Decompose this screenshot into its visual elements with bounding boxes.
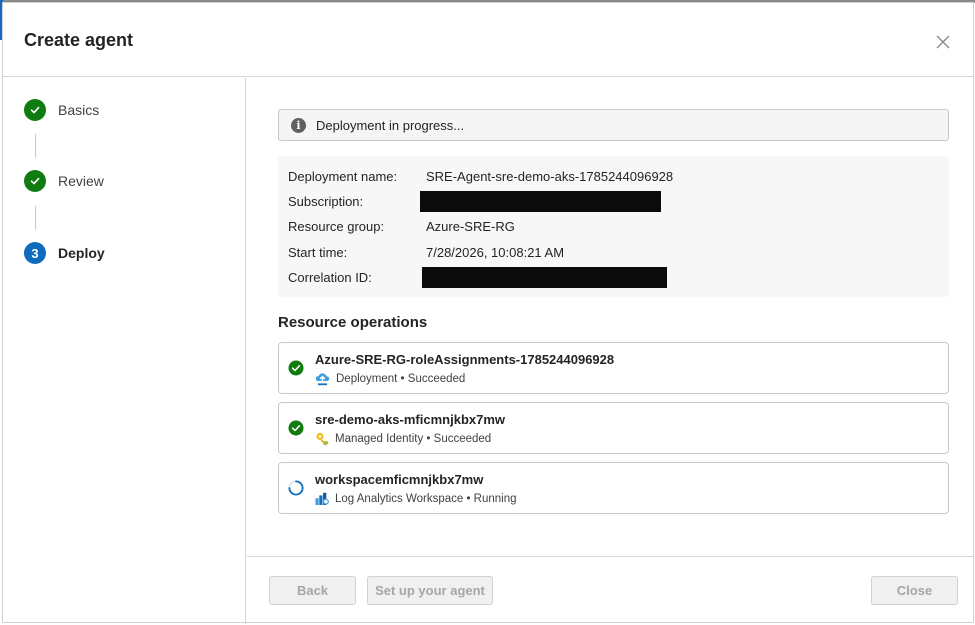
step-connector — [35, 134, 36, 158]
step-review[interactable]: Review — [24, 170, 104, 192]
resource-operation-detail: Log Analytics Workspace • Running — [315, 491, 517, 507]
resource-operations-title: Resource operations — [278, 314, 428, 331]
detail-resource-group: Resource group: Azure-SRE-RG — [288, 216, 515, 236]
resource-operation-detail-text: Deployment • Succeeded — [336, 373, 466, 385]
checkmark-icon — [24, 170, 46, 192]
deployment-status-banner: i Deployment in progress... — [278, 109, 949, 141]
detail-deployment-name: Deployment name: SRE-Agent-sre-demo-aks-… — [288, 166, 673, 186]
wizard-steps-sidebar: Basics Review 3 Deploy — [3, 78, 246, 624]
deployment-status-text: Deployment in progress... — [316, 117, 465, 133]
log-analytics-icon — [315, 492, 329, 505]
step-deploy[interactable]: 3 Deploy — [24, 242, 105, 264]
start-time-value: 7/28/2026, 10:08:21 AM — [426, 244, 565, 260]
resource-operation-detail: Deployment • Succeeded — [315, 371, 465, 387]
deployment-name-value: SRE-Agent-sre-demo-aks-1785244096928 — [426, 168, 674, 184]
step-review-label: Review — [58, 173, 104, 189]
deployment-main-panel: i Deployment in progress... Deployment n… — [247, 78, 973, 558]
redacted-correlation-id — [422, 267, 667, 288]
success-check-icon — [288, 360, 304, 376]
dialog-footer: Back Set up your agent Close — [247, 556, 973, 624]
step-number-badge: 3 — [24, 242, 46, 264]
checkmark-icon — [24, 99, 46, 121]
resource-group-value: Azure-SRE-RG — [426, 218, 515, 234]
detail-label: Deployment name: — [288, 168, 398, 184]
step-basics[interactable]: Basics — [24, 99, 99, 121]
step-basics-label: Basics — [58, 102, 100, 118]
step-deploy-label: Deploy — [58, 245, 105, 261]
resource-operation-detail-text: Log Analytics Workspace • Running — [335, 493, 517, 505]
detail-start-time: Start time: 7/28/2026, 10:08:21 AM — [288, 242, 564, 262]
resource-operation-detail-text: Managed Identity • Succeeded — [335, 433, 492, 445]
dialog-title: Create agent — [24, 30, 134, 50]
create-agent-dialog: Create agent Basics Review 3 Deploy i De… — [2, 2, 974, 624]
managed-identity-icon — [316, 432, 329, 446]
resource-operation-item[interactable]: sre-demo-aks-mficmnjkbx7mw Managed Ident… — [278, 402, 949, 454]
resource-operation-detail: Managed Identity • Succeeded — [315, 431, 491, 447]
info-icon: i — [291, 117, 306, 133]
close-icon-svg — [936, 35, 950, 49]
success-check-icon — [288, 420, 304, 436]
spinner-icon — [288, 480, 304, 496]
detail-subscription: Subscription: — [288, 191, 426, 211]
deployment-details: Deployment name: SRE-Agent-sre-demo-aks-… — [278, 156, 949, 297]
dialog-header: Create agent — [3, 3, 973, 77]
detail-label: Resource group: — [288, 218, 385, 234]
set-up-agent-button[interactable]: Set up your agent — [367, 576, 493, 605]
detail-label: Subscription: — [288, 193, 364, 209]
resource-operation-name: sre-demo-aks-mficmnjkbx7mw — [315, 412, 506, 427]
resource-operation-item[interactable]: Azure-SRE-RG-roleAssignments-17852440969… — [278, 342, 949, 394]
close-icon[interactable] — [931, 30, 955, 54]
redacted-subscription — [420, 191, 661, 212]
resource-operation-name: Azure-SRE-RG-roleAssignments-17852440969… — [315, 352, 615, 367]
step-connector — [35, 206, 36, 230]
resource-operation-item[interactable]: workspacemficmnjkbx7mw Log Analytics Wor… — [278, 462, 949, 514]
detail-label: Start time: — [288, 244, 348, 260]
resource-operation-name: workspacemficmnjkbx7mw — [315, 472, 484, 487]
back-button[interactable]: Back — [269, 576, 356, 605]
deployment-icon — [315, 373, 330, 386]
detail-correlation-id: Correlation ID: — [288, 267, 426, 287]
close-button[interactable]: Close — [871, 576, 958, 605]
detail-label: Correlation ID: — [288, 269, 372, 285]
